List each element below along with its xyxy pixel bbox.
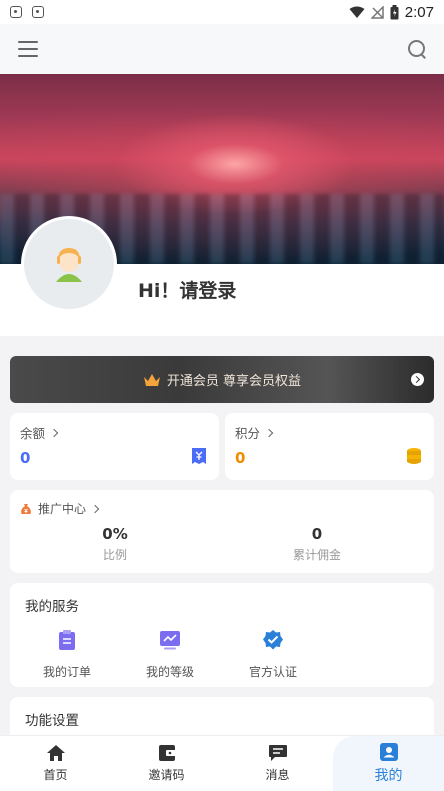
battery-icon bbox=[390, 4, 399, 19]
arrow-right-icon bbox=[411, 373, 424, 386]
official-certification-button[interactable]: 官方认证 bbox=[233, 629, 313, 680]
profile-icon bbox=[379, 742, 398, 761]
ratio-stat: 0% 比例 bbox=[45, 525, 185, 563]
search-icon[interactable] bbox=[406, 38, 428, 60]
login-prompt[interactable]: Hi！请登录 bbox=[138, 276, 236, 303]
nav-label-invite-code: 邀请码 bbox=[148, 768, 185, 782]
ratio-label: 比例 bbox=[102, 548, 127, 562]
wifi-icon bbox=[349, 6, 365, 18]
commission-value: 0 bbox=[311, 525, 323, 543]
vip-text: 开通会员 尊享会员权益 bbox=[166, 374, 302, 389]
balance-label: 余额 bbox=[20, 423, 59, 442]
yen-receipt-icon bbox=[192, 448, 206, 464]
balance-value: 0 bbox=[20, 449, 31, 467]
balance-card[interactable]: 余额 0 bbox=[10, 413, 219, 480]
nav-label-messages: 消息 bbox=[265, 768, 290, 782]
points-card[interactable]: 积分 0 bbox=[225, 413, 434, 480]
my-level-label: 我的等级 bbox=[145, 665, 194, 679]
clipboard-icon bbox=[59, 630, 75, 650]
shield-notification-icon bbox=[32, 6, 44, 18]
app-header bbox=[0, 24, 444, 74]
home-icon bbox=[46, 745, 65, 761]
shield-notification-icon bbox=[10, 6, 22, 18]
points-value: 0 bbox=[235, 449, 246, 467]
crown-icon bbox=[143, 373, 160, 386]
wallet-icon bbox=[158, 745, 176, 761]
nav-item-messages[interactable]: 消息 bbox=[222, 736, 333, 791]
promotion-center-link[interactable]: 推广中心 bbox=[20, 500, 100, 517]
nav-label-mine: 我的 bbox=[374, 767, 403, 784]
chart-icon bbox=[160, 631, 180, 650]
nav-item-home[interactable]: 首页 bbox=[0, 736, 111, 791]
my-services-card: 我的服务 我的订单 我的等级 官方认证 bbox=[10, 583, 434, 687]
commission-label: 累计佣金 bbox=[292, 548, 341, 562]
services-title: 我的服务 bbox=[25, 599, 79, 615]
no-signal-icon bbox=[370, 5, 384, 19]
ratio-value: 0% bbox=[102, 525, 128, 543]
nav-label-home: 首页 bbox=[43, 768, 68, 782]
default-avatar-icon bbox=[56, 248, 82, 282]
coins-icon bbox=[407, 448, 421, 464]
status-bar: 2:07 bbox=[0, 0, 444, 24]
my-level-button[interactable]: 我的等级 bbox=[130, 629, 210, 680]
promotion-center-title: 推广中心 bbox=[38, 502, 87, 516]
my-orders-button[interactable]: 我的订单 bbox=[27, 629, 107, 680]
nav-item-invite-code[interactable]: 邀请码 bbox=[111, 736, 222, 791]
my-orders-label: 我的订单 bbox=[42, 665, 91, 679]
message-icon bbox=[268, 745, 287, 761]
verified-badge-icon bbox=[263, 630, 283, 650]
settings-title: 功能设置 bbox=[25, 713, 79, 729]
menu-icon[interactable] bbox=[18, 41, 38, 57]
chevron-right-icon bbox=[264, 428, 274, 437]
money-bag-icon bbox=[21, 503, 31, 514]
nav-item-mine[interactable]: 我的 bbox=[333, 736, 444, 791]
bottom-navigation: 首页 邀请码 消息 我的 bbox=[0, 735, 444, 791]
avatar[interactable] bbox=[21, 216, 117, 312]
chevron-right-icon bbox=[90, 504, 100, 513]
points-label: 积分 bbox=[235, 423, 274, 442]
official-certification-label: 官方认证 bbox=[248, 665, 297, 679]
vip-membership-banner[interactable]: 开通会员 尊享会员权益 bbox=[10, 356, 434, 403]
chevron-right-icon bbox=[49, 428, 59, 437]
commission-stat: 0 累计佣金 bbox=[247, 525, 387, 563]
promotion-center-card: 推广中心 0% 比例 0 累计佣金 bbox=[10, 490, 434, 573]
clock: 2:07 bbox=[404, 3, 434, 21]
